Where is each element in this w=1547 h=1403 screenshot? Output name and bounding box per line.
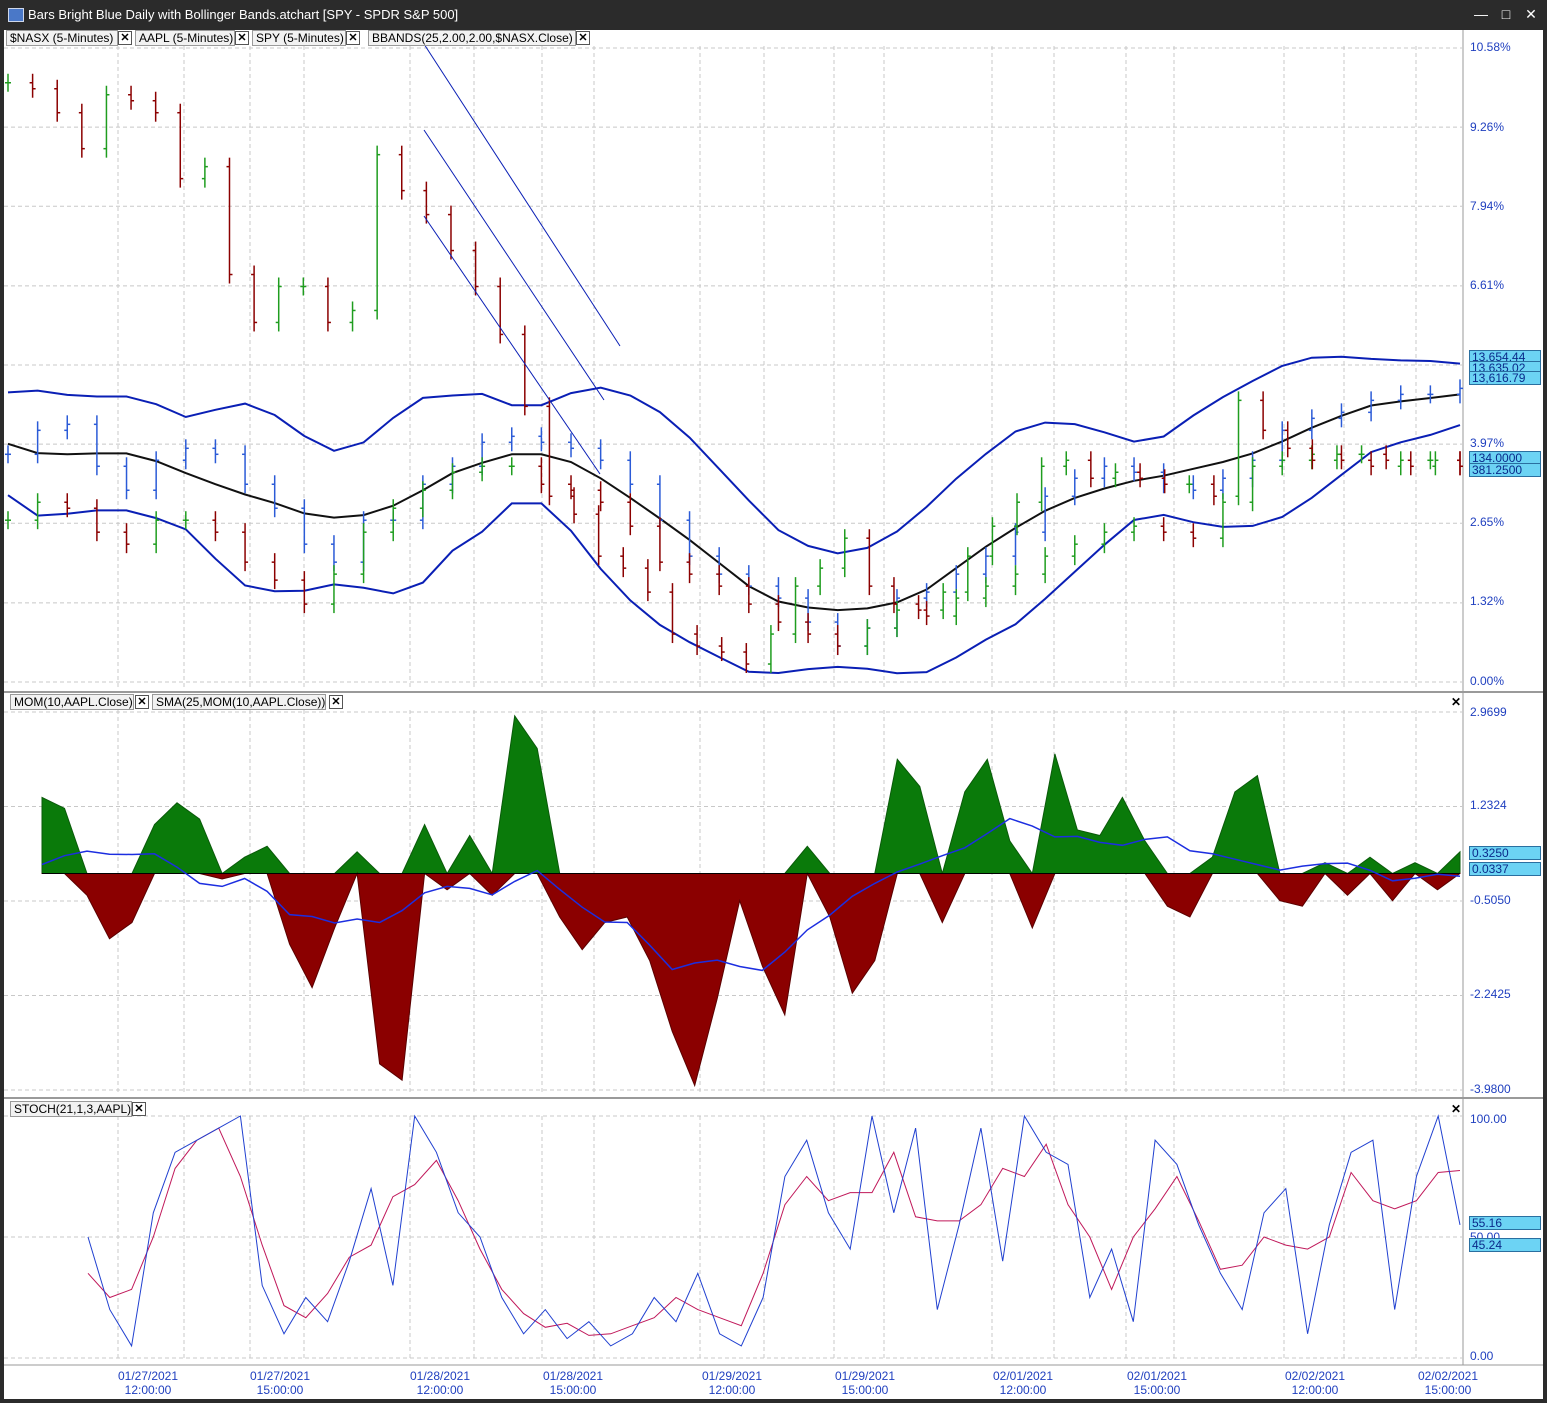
stoch-d-badge: 45.24 bbox=[1469, 1238, 1541, 1252]
mom-y-label: -2.2425 bbox=[1470, 987, 1511, 1001]
stoch-y-label: 100.00 bbox=[1470, 1112, 1507, 1126]
window-title: Bars Bright Blue Daily with Bollinger Ba… bbox=[28, 7, 459, 22]
minimize-button[interactable]: — bbox=[1470, 4, 1492, 24]
x-axis-label: 02/01/2021 15:00:00 bbox=[1126, 1369, 1188, 1397]
mom-y-label: -0.5050 bbox=[1470, 893, 1511, 907]
chart-canvas[interactable] bbox=[4, 30, 1543, 1399]
price-y-label: 9.26% bbox=[1470, 120, 1505, 134]
price-y-label: 6.61% bbox=[1470, 278, 1505, 292]
x-axis-label: 01/28/2021 15:00:00 bbox=[542, 1369, 604, 1397]
price-y-label: 2.65% bbox=[1470, 515, 1505, 529]
price-y-label: 0.00% bbox=[1470, 674, 1505, 688]
stoch-y-label: 0.00 bbox=[1470, 1349, 1494, 1363]
mom-y-label: 2.9699 bbox=[1470, 705, 1507, 719]
tab-stoch[interactable]: STOCH(21,1,3,AAPL) bbox=[10, 1101, 132, 1117]
price-y-label: 3.97% bbox=[1470, 436, 1505, 450]
x-axis-label: 02/01/2021 12:00:00 bbox=[992, 1369, 1054, 1397]
tab-nasx[interactable]: $NASX (5-Minutes) bbox=[6, 30, 118, 46]
tab-aapl[interactable]: AAPL (5-Minutes) bbox=[135, 30, 235, 46]
sma-badge: 0.0337 bbox=[1469, 862, 1541, 876]
chart-area[interactable]: $NASX (5-Minutes) ✕ AAPL (5-Minutes) ✕ S… bbox=[4, 30, 1543, 1399]
mom-pane-close-icon[interactable]: ✕ bbox=[1450, 696, 1462, 708]
title-bar: Bars Bright Blue Daily with Bollinger Ba… bbox=[0, 0, 1547, 30]
maximize-button[interactable]: □ bbox=[1495, 4, 1517, 24]
mom-badge: 0.3250 bbox=[1469, 846, 1541, 860]
app-window: Bars Bright Blue Daily with Bollinger Ba… bbox=[0, 0, 1547, 1403]
x-axis-label: 02/02/2021 12:00:00 bbox=[1284, 1369, 1346, 1397]
tab-mom[interactable]: MOM(10,AAPL.Close) bbox=[10, 694, 134, 710]
tab-aapl-close-icon[interactable]: ✕ bbox=[235, 31, 249, 45]
tab-sma-close-icon[interactable]: ✕ bbox=[329, 695, 343, 709]
price-y-label: 1.32% bbox=[1470, 594, 1505, 608]
x-axis-label: 02/02/2021 15:00:00 bbox=[1417, 1369, 1479, 1397]
mom-y-label: 1.2324 bbox=[1470, 798, 1507, 812]
tab-mom-close-icon[interactable]: ✕ bbox=[135, 695, 149, 709]
price-y-label: 7.94% bbox=[1470, 199, 1505, 213]
x-axis-label: 01/27/2021 15:00:00 bbox=[249, 1369, 311, 1397]
bb-lower-badge: 13,616.79 bbox=[1469, 371, 1541, 385]
tab-bbands[interactable]: BBANDS(25,2.00,2.00,$NASX.Close) bbox=[368, 30, 576, 46]
tab-stoch-close-icon[interactable]: ✕ bbox=[132, 1102, 146, 1116]
stoch-pane-close-icon[interactable]: ✕ bbox=[1450, 1103, 1462, 1115]
chart-file-icon bbox=[8, 8, 24, 22]
chart-background bbox=[4, 30, 1543, 1399]
x-axis-label: 01/29/2021 12:00:00 bbox=[701, 1369, 763, 1397]
x-axis-label: 01/29/2021 15:00:00 bbox=[834, 1369, 896, 1397]
tab-bbands-close-icon[interactable]: ✕ bbox=[576, 31, 590, 45]
tab-sma[interactable]: SMA(25,MOM(10,AAPL.Close)) bbox=[152, 694, 326, 710]
spy-badge: 381.2500 bbox=[1469, 463, 1541, 477]
stoch-k-badge: 55.16 bbox=[1469, 1216, 1541, 1230]
x-axis-label: 01/28/2021 12:00:00 bbox=[409, 1369, 471, 1397]
price-y-label: 10.58% bbox=[1470, 40, 1511, 54]
tab-spy[interactable]: SPY (5-Minutes) bbox=[252, 30, 346, 46]
close-window-button[interactable]: ✕ bbox=[1520, 4, 1542, 24]
tab-spy-close-icon[interactable]: ✕ bbox=[346, 31, 360, 45]
x-axis-label: 01/27/2021 12:00:00 bbox=[117, 1369, 179, 1397]
mom-y-label: -3.9800 bbox=[1470, 1082, 1511, 1096]
tab-nasx-close-icon[interactable]: ✕ bbox=[118, 31, 132, 45]
